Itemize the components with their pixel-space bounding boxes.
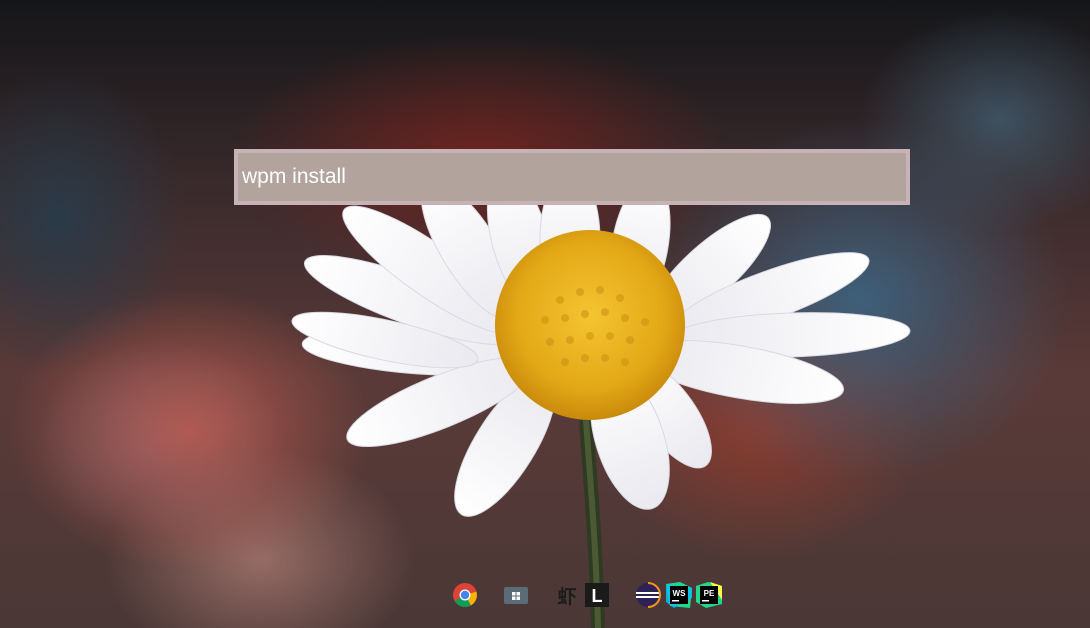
dock: 虾 L WS PE [0,579,1090,613]
daisy-wallpaper [291,169,911,628]
chrome-icon[interactable] [452,582,478,608]
svg-text:PE: PE [704,589,715,598]
launcher-search-input[interactable] [238,153,906,201]
shrimp-character-icon[interactable]: 虾 [554,582,580,608]
desktop: 虾 L WS [0,0,1090,628]
pycharm-edu-icon[interactable]: PE [696,582,722,608]
libreoffice-icon[interactable]: L [584,582,610,608]
window-switcher-icon[interactable] [503,582,529,608]
eclipse-icon[interactable] [635,582,661,608]
svg-text:虾: 虾 [557,586,576,608]
webstorm-icon[interactable]: WS [666,582,692,608]
svg-text:L: L [592,586,603,606]
launcher-bar [234,149,910,205]
svg-text:WS: WS [673,589,687,598]
